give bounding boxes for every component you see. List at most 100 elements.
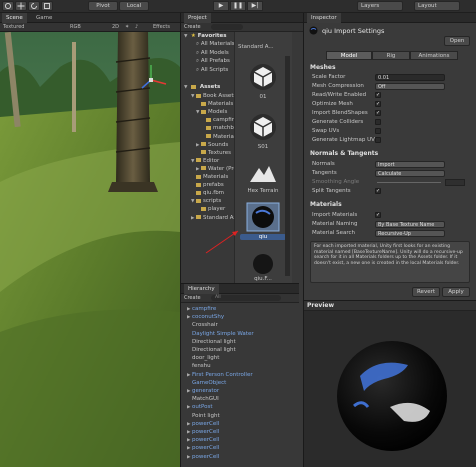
hierarchy-item[interactable]: Directional light [187,338,236,346]
revert-button[interactable]: Revert [412,287,440,297]
layers-dropdown[interactable]: Layers [357,1,403,11]
swap-uvs-checkbox[interactable] [375,128,381,134]
hierarchy-item[interactable]: ▶ powerCell [187,420,219,428]
project-tree-item[interactable]: qiu.fbm [191,190,224,197]
color-mode-dropdown[interactable]: RGB [70,23,81,32]
hierarchy-item[interactable]: ▶ outPost [187,403,213,411]
local-toggle[interactable]: Local [119,1,149,11]
lighting-toggle-icon[interactable]: ✶ [125,23,129,32]
hierarchy-item[interactable]: fenshu [187,362,211,370]
hierarchy-item[interactable]: ▶ generator [187,387,219,395]
hierarchy-item[interactable]: Point light [187,412,220,420]
effects-dropdown[interactable]: Effects [153,23,170,32]
favorite-item[interactable]: ⌕ All Scripts [196,67,228,74]
material-search-dropdown[interactable]: Recursive-Up [375,230,445,237]
favorite-item[interactable]: ⌕ All Models [196,50,229,57]
project-tree-item[interactable]: Materials [201,134,238,141]
hierarchy-item[interactable]: GameObject [187,379,226,387]
project-tree-item[interactable]: Materials [191,174,228,181]
hierarchy-item[interactable]: ▶ campfire [187,305,216,313]
asset-hex-terrain[interactable]: Hex Terrain [240,160,286,194]
asset-qiu[interactable]: qiu [240,202,286,240]
apply-button[interactable]: Apply [442,287,470,297]
smoothing-angle-slider[interactable] [377,182,441,183]
project-tree-item[interactable]: ▼ scripts [191,198,221,205]
project-tree-item[interactable]: Materials [196,101,233,108]
generate-lightmap-checkbox[interactable] [375,137,381,143]
hierarchy-item[interactable]: ▶ powerCell [187,444,219,452]
tab-inspector[interactable]: Inspector [307,13,341,23]
layout-dropdown[interactable]: Layout [414,1,460,11]
tab-hierarchy[interactable]: Hierarchy [184,284,219,294]
generate-colliders-checkbox[interactable] [375,119,381,125]
open-button[interactable]: Open [444,36,470,46]
audio-toggle-icon[interactable]: ♪ [135,23,138,32]
tab-model[interactable]: Model [326,51,372,60]
hierarchy-item[interactable]: Crosshair [187,321,218,329]
asset-scrollbar[interactable] [285,56,290,276]
tab-rig[interactable]: Rig [372,51,410,60]
hierarchy-item[interactable]: ▶ powerCell [187,453,219,461]
asset-qiu-fbm[interactable]: qiu.F... [240,250,286,282]
move-tool-button[interactable] [15,1,27,11]
pivot-toggle[interactable]: Pivot [88,1,118,11]
tab-animations[interactable]: Animations [410,51,458,60]
hierarchy-item[interactable]: ▶ powerCell [187,436,219,444]
optimize-mesh-checkbox[interactable]: ✓ [375,101,381,107]
hierarchy-item-label: door_light [192,355,220,362]
mode-2d-toggle[interactable]: 2D [112,23,119,32]
scale-tool-button[interactable] [41,1,53,11]
mesh-compression-dropdown[interactable]: Off [375,83,445,90]
project-tree-item[interactable]: ▼ Book Assets [191,93,236,100]
read-write-checkbox[interactable]: ✓ [375,92,381,98]
project-tree-item[interactable]: Textures [196,150,231,157]
project-tree-item[interactable]: ▶ Water (Pro) [196,166,239,173]
hierarchy-item[interactable]: Directional light [187,346,236,354]
favorites-header[interactable]: ▼ ★ Favorites [184,33,227,40]
hand-tool-button[interactable] [2,1,14,11]
smoothing-angle-field[interactable] [445,179,465,186]
hierarchy-item[interactable]: ▶ First Person Controller [187,371,253,379]
rotate-tool-button[interactable] [28,1,40,11]
tab-game[interactable]: Game [32,13,56,23]
step-button[interactable]: ▶| [247,1,263,11]
project-tree-item[interactable]: prefabs [191,182,224,189]
favorite-item[interactable]: ⌕ All Prefabs [196,58,230,65]
project-tree-item[interactable]: ▶ Sounds [196,142,228,149]
import-blendshapes-checkbox[interactable]: ✓ [375,110,381,116]
project-search-input[interactable] [211,24,243,30]
hierarchy-create-dropdown[interactable]: Create [184,294,201,303]
project-tree-item[interactable]: ▼ Models [196,109,227,116]
assets-header[interactable]: ▼ Assets [184,84,220,91]
project-tree-item[interactable]: campfire [201,117,237,124]
favorite-item[interactable]: ⌕ All Materials [196,41,235,48]
model-preview-viewport[interactable] [304,311,476,467]
asset-01[interactable]: 01 [240,62,286,100]
tree-item-label: Textures [208,149,231,156]
tab-project[interactable]: Project [184,13,211,23]
hierarchy-item[interactable]: ▶ powerCell [187,428,219,436]
hierarchy-item[interactable]: MatchGUI [187,395,219,403]
import-materials-checkbox[interactable]: ✓ [375,212,381,218]
material-help-box: For each imported material, Unity first … [310,241,470,283]
project-tree-item[interactable]: ▼ Editor [191,158,219,165]
scale-factor-field[interactable]: 0.01 [375,74,445,81]
scene-viewport[interactable] [0,32,180,467]
render-mode-dropdown[interactable]: Textured [3,23,24,32]
pause-button[interactable]: ❚❚ [230,1,246,11]
split-tangents-checkbox[interactable]: ✓ [375,188,381,194]
play-button[interactable]: ▶ [213,1,229,11]
hierarchy-item[interactable]: ▶ coconutShy [187,313,224,321]
material-naming-dropdown[interactable]: By Base Texture Name [375,221,445,228]
asset-s01[interactable]: S01 [240,112,286,150]
project-create-dropdown[interactable]: Create [184,23,201,32]
project-tree-item[interactable]: player [196,206,225,213]
normals-dropdown[interactable]: Import [375,161,445,168]
tab-scene[interactable]: Scene [2,13,27,23]
hierarchy-item[interactable]: Daylight Simple Water [187,330,254,338]
unity-cube-icon [250,114,276,140]
tangents-dropdown[interactable]: Calculate [375,170,445,177]
search-icon: ⌕ [196,41,200,47]
hierarchy-search-input[interactable]: All [211,295,281,301]
hierarchy-item[interactable]: door_light [187,354,219,362]
